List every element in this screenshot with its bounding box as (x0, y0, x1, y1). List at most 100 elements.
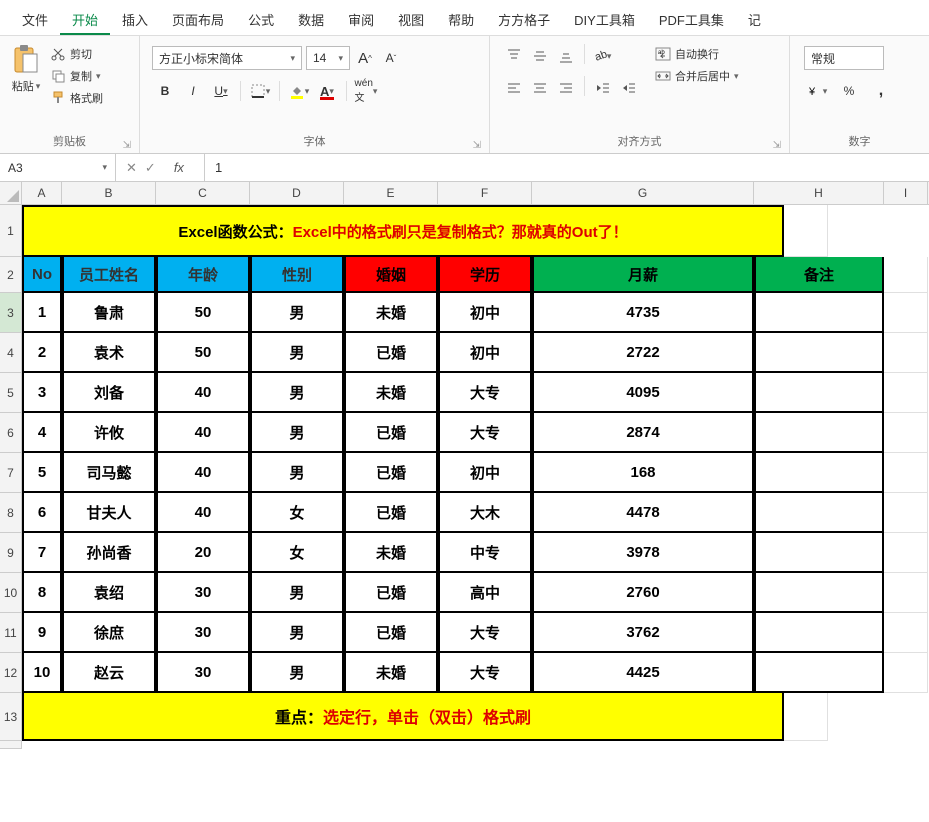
col-header-I[interactable]: I (884, 182, 928, 204)
table-cell[interactable]: 2874 (532, 413, 754, 453)
table-cell[interactable]: 司马懿 (62, 453, 156, 493)
table-cell[interactable]: 已婚 (344, 333, 438, 373)
percent-button[interactable]: % (836, 78, 862, 104)
table-cell[interactable]: 鲁肃 (62, 293, 156, 333)
table-cell[interactable]: 3978 (532, 533, 754, 573)
table-header[interactable]: 员工姓名 (62, 257, 156, 293)
table-cell[interactable]: 3762 (532, 613, 754, 653)
table-cell[interactable]: 大专 (438, 653, 532, 693)
table-cell[interactable]: 赵云 (62, 653, 156, 693)
table-cell[interactable]: 40 (156, 413, 250, 453)
table-cell[interactable]: 40 (156, 453, 250, 493)
table-cell[interactable]: 30 (156, 613, 250, 653)
increase-font-button[interactable]: A^ (354, 47, 376, 69)
table-header[interactable]: 学历 (438, 257, 532, 293)
table-cell[interactable]: 男 (250, 573, 344, 613)
table-cell[interactable]: 刘备 (62, 373, 156, 413)
align-middle-button[interactable] (528, 44, 552, 68)
indent-increase-button[interactable] (617, 76, 641, 100)
table-cell[interactable]: 许攸 (62, 413, 156, 453)
row-header[interactable]: 5 (0, 373, 22, 413)
table-cell[interactable]: 高中 (438, 573, 532, 613)
align-top-button[interactable] (502, 44, 526, 68)
table-header[interactable]: 年龄 (156, 257, 250, 293)
align-bottom-button[interactable] (554, 44, 578, 68)
cut-button[interactable]: 剪切 (50, 46, 103, 62)
dialog-launcher-icon[interactable]: ⇲ (773, 140, 781, 151)
indent-decrease-button[interactable] (591, 76, 615, 100)
wrap-text-button[interactable]: ab 自动换行 (655, 46, 739, 62)
table-cell[interactable]: 袁术 (62, 333, 156, 373)
name-box[interactable]: A3▾ (0, 154, 116, 181)
table-cell[interactable]: 3 (22, 373, 62, 413)
table-cell[interactable]: 大专 (438, 413, 532, 453)
table-cell[interactable]: 大木 (438, 493, 532, 533)
table-cell[interactable]: 男 (250, 373, 344, 413)
menu-item-1[interactable]: 开始 (60, 4, 110, 35)
underline-button[interactable]: U ▾ (208, 78, 234, 104)
table-cell[interactable]: 女 (250, 533, 344, 573)
menu-item-9[interactable]: 方方格子 (486, 4, 562, 35)
row-header[interactable]: 12 (0, 653, 22, 693)
col-header-B[interactable]: B (62, 182, 156, 204)
table-cell[interactable]: 已婚 (344, 613, 438, 653)
fx-icon[interactable]: fx (164, 160, 194, 175)
border-button[interactable]: ▾ (247, 78, 273, 104)
table-cell[interactable]: 甘夫人 (62, 493, 156, 533)
table-cell[interactable] (754, 573, 884, 613)
currency-button[interactable]: ¥▾ (804, 78, 830, 104)
table-cell[interactable] (754, 653, 884, 693)
confirm-formula-button[interactable]: ✓ (145, 160, 156, 176)
row-header[interactable]: 6 (0, 413, 22, 453)
table-cell[interactable]: 6 (22, 493, 62, 533)
row-header[interactable]: 8 (0, 493, 22, 533)
table-cell[interactable]: 孙尚香 (62, 533, 156, 573)
font-size-select[interactable]: 14▾ (306, 46, 350, 70)
table-cell[interactable]: 40 (156, 493, 250, 533)
decrease-font-button[interactable]: Aˇ (380, 47, 402, 69)
bold-button[interactable]: B (152, 78, 178, 104)
table-cell[interactable]: 男 (250, 413, 344, 453)
table-cell[interactable]: 50 (156, 333, 250, 373)
table-cell[interactable]: 未婚 (344, 653, 438, 693)
table-cell[interactable]: 20 (156, 533, 250, 573)
col-header-H[interactable]: H (754, 182, 884, 204)
table-cell[interactable]: 30 (156, 653, 250, 693)
table-cell[interactable]: 已婚 (344, 413, 438, 453)
copy-button[interactable]: 复制▾ (50, 68, 103, 84)
title-cell[interactable]: Excel函数公式：Excel中的格式刷只是复制格式？那就真的Out了！ (22, 205, 784, 257)
number-format-select[interactable]: 常规 (804, 46, 884, 70)
menu-item-10[interactable]: DIY工具箱 (562, 4, 647, 35)
menu-item-12[interactable]: 记 (736, 4, 773, 35)
table-header[interactable]: 备注 (754, 257, 884, 293)
table-cell[interactable] (754, 293, 884, 333)
table-cell[interactable]: 男 (250, 333, 344, 373)
align-center-button[interactable] (528, 76, 552, 100)
italic-button[interactable]: I (180, 78, 206, 104)
table-cell[interactable]: 7 (22, 533, 62, 573)
table-cell[interactable]: 袁绍 (62, 573, 156, 613)
table-cell[interactable]: 已婚 (344, 573, 438, 613)
row-header[interactable]: 4 (0, 333, 22, 373)
menu-item-8[interactable]: 帮助 (436, 4, 486, 35)
row-header[interactable]: 11 (0, 613, 22, 653)
table-cell[interactable] (754, 333, 884, 373)
row-header[interactable] (0, 741, 22, 749)
table-cell[interactable]: 4735 (532, 293, 754, 333)
font-color-button[interactable]: A▾ (314, 78, 340, 104)
font-name-select[interactable]: 方正小标宋简体▾ (152, 46, 302, 70)
phonetic-button[interactable]: wén文▾ (353, 78, 379, 104)
row-header[interactable]: 3 (0, 293, 22, 333)
table-cell[interactable]: 4425 (532, 653, 754, 693)
table-header[interactable]: No (22, 257, 62, 293)
table-cell[interactable]: 2722 (532, 333, 754, 373)
row-header[interactable]: 10 (0, 573, 22, 613)
menu-item-0[interactable]: 文件 (10, 4, 60, 35)
table-cell[interactable]: 未婚 (344, 533, 438, 573)
table-cell[interactable]: 已婚 (344, 453, 438, 493)
row-header[interactable]: 7 (0, 453, 22, 493)
table-cell[interactable]: 8 (22, 573, 62, 613)
table-cell[interactable]: 男 (250, 293, 344, 333)
menu-item-11[interactable]: PDF工具集 (647, 4, 736, 35)
col-header-A[interactable]: A (22, 182, 62, 204)
